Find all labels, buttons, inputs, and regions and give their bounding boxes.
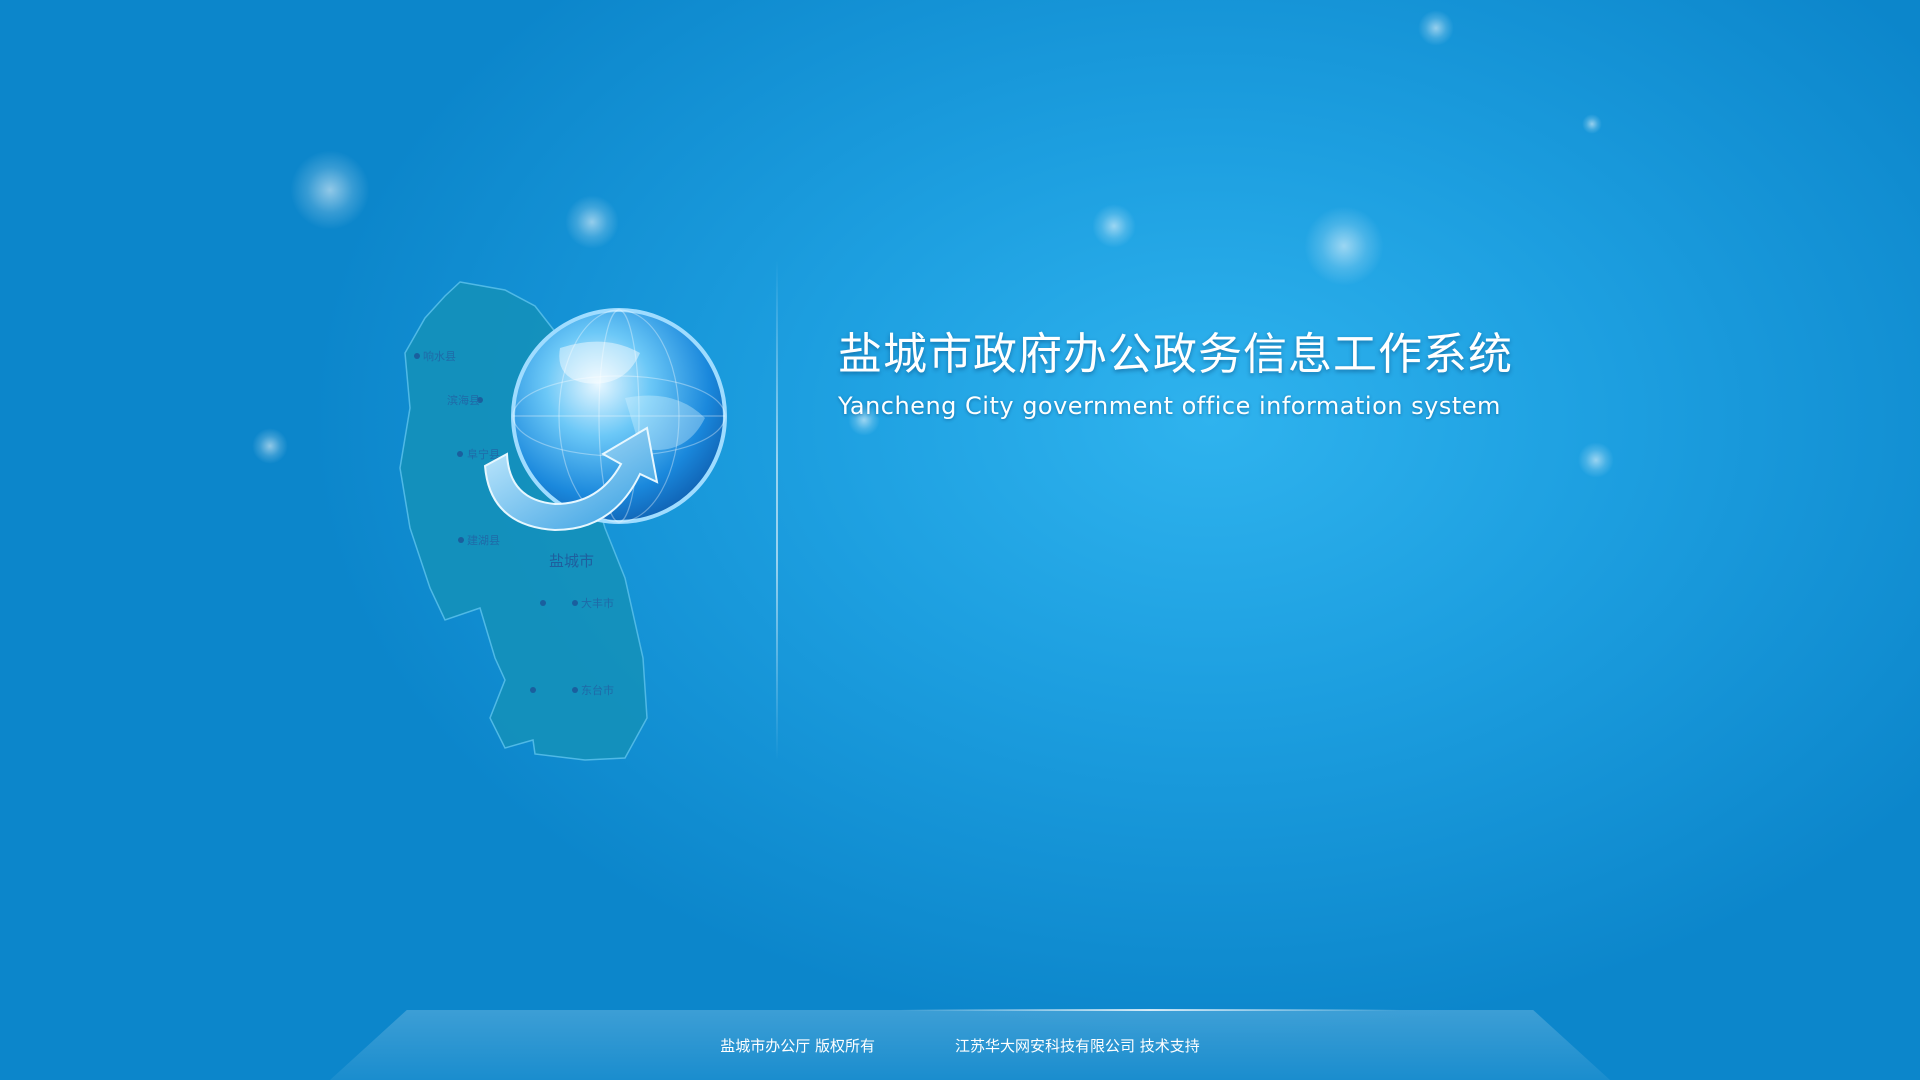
- light-spot: [565, 195, 619, 249]
- support-text: 江苏华大网安科技有限公司 技术支持: [955, 1037, 1200, 1055]
- map-label: 建湖县: [467, 533, 500, 547]
- map-label: 东台市: [581, 683, 614, 697]
- map-label: 响水县: [423, 350, 456, 363]
- footer-highlight: [900, 1009, 1400, 1011]
- vertical-divider: [776, 260, 778, 760]
- logo: 响水县 滨海县 阜宁县 建湖县 大丰市 东台市 盐城市: [385, 278, 735, 763]
- light-spot: [1092, 204, 1136, 248]
- light-spot: [1578, 442, 1614, 478]
- system-title: 盐城市政府办公政务信息工作系统: [838, 329, 1513, 380]
- light-spot: [252, 428, 288, 464]
- title-block: 盐城市政府办公政务信息工作系统 Yancheng City government…: [838, 318, 1513, 420]
- light-spot: [1304, 206, 1384, 286]
- light-spot: [1418, 10, 1454, 46]
- map-label: 盐城市: [549, 552, 594, 570]
- system-subtitle: Yancheng City government office informat…: [838, 392, 1501, 420]
- map-label: 滨海县: [447, 393, 480, 407]
- copyright-text: 盐城市办公厅 版权所有: [720, 1037, 875, 1055]
- map-globe-emblem: 响水县 滨海县 阜宁县 建湖县 大丰市 东台市 盐城市: [399, 281, 727, 761]
- light-spot: [1582, 114, 1602, 134]
- map-label: 大丰市: [581, 596, 614, 610]
- map-label: 阜宁县: [467, 447, 500, 461]
- light-spot: [290, 150, 370, 230]
- footer: 盐城市办公厅 版权所有 江苏华大网安科技有限公司 技术支持: [0, 1035, 1920, 1056]
